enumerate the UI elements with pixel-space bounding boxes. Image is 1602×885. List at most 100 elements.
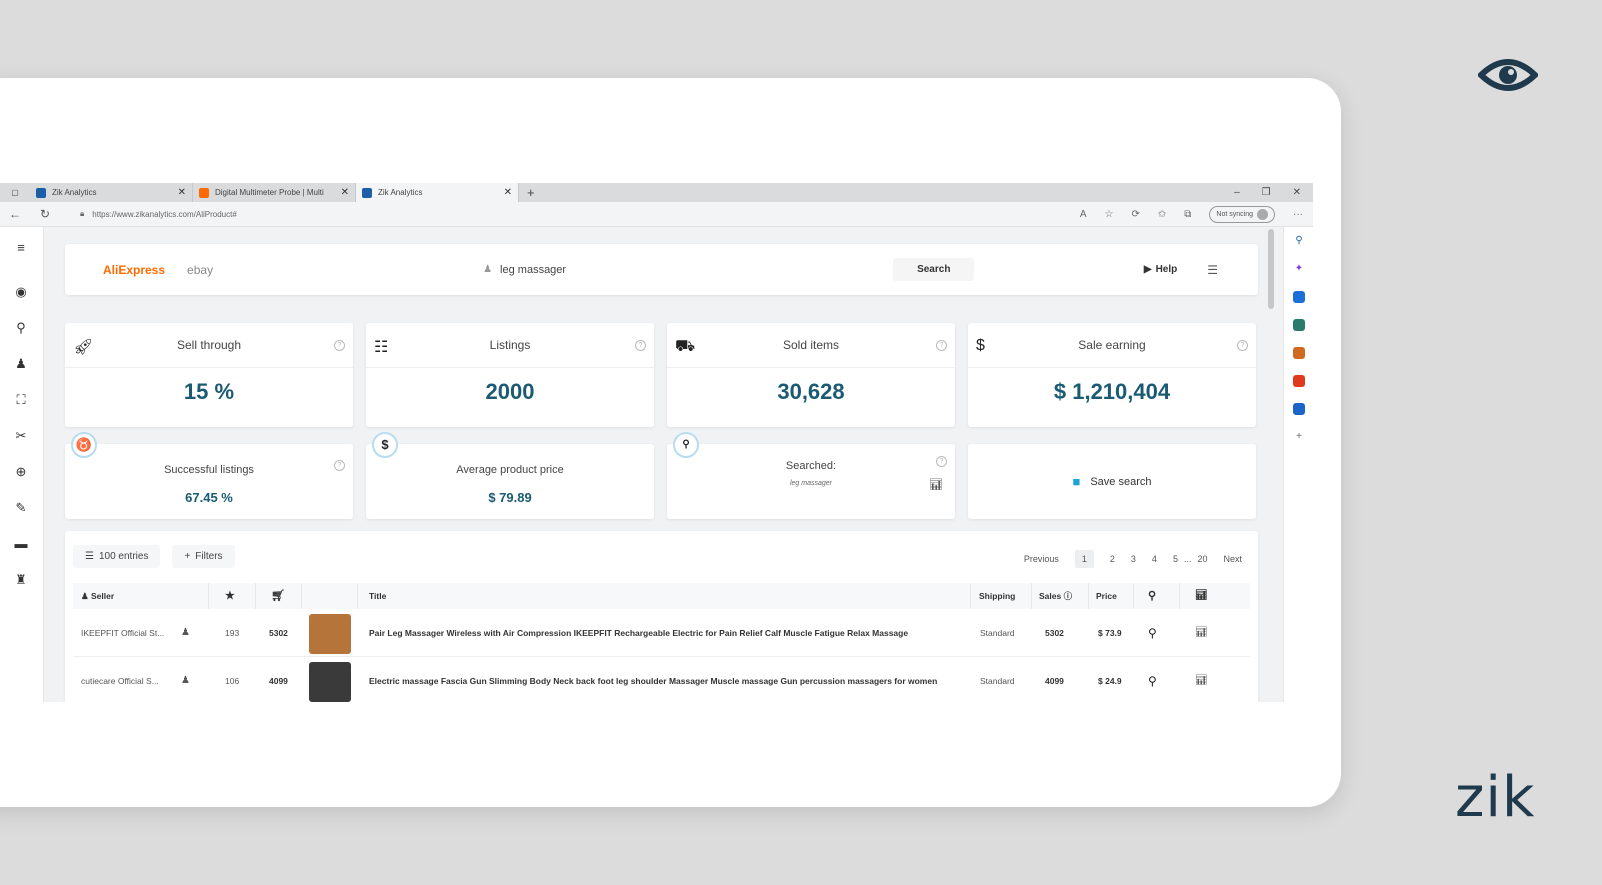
add-icon[interactable]: +: [1293, 431, 1305, 443]
support-icon[interactable]: ♜: [12, 571, 30, 589]
back-icon[interactable]: ←: [0, 207, 30, 221]
info-icon[interactable]: ?: [1237, 340, 1248, 351]
cart-icon[interactable]: 🛒︎: [271, 583, 285, 609]
product-title[interactable]: Electric massage Fascia Gun Slimming Bod…: [369, 657, 964, 702]
seller-icon: ♟: [81, 591, 89, 601]
chart-icon[interactable]: 📊︎: [1195, 657, 1208, 702]
seller-name[interactable]: cutiecare Official S...: [81, 657, 166, 702]
chart-icon[interactable]: 📊︎: [1195, 609, 1208, 657]
sync-button[interactable]: Not syncing: [1209, 205, 1275, 223]
close-tab-icon[interactable]: ✕: [178, 187, 186, 198]
card-value: $ 79.89: [488, 490, 532, 505]
outlook-icon[interactable]: [1293, 403, 1305, 415]
save-search-label: Save search: [1090, 475, 1152, 488]
stat-value: 30,628: [777, 379, 845, 404]
product-thumbnail[interactable]: [309, 662, 351, 702]
aliexpress-tab[interactable]: AliExpress: [103, 263, 165, 277]
pager-page-1[interactable]: 1: [1074, 550, 1094, 568]
sparkle-icon[interactable]: ✦: [1293, 263, 1305, 275]
table-row[interactable]: IKEEPFIT Official St... ♟ 193 5302 Pair …: [73, 609, 1250, 657]
sales-value: 4099: [1045, 676, 1064, 686]
tab-title: Digital Multimeter Probe | Multi: [215, 188, 324, 197]
entries-button[interactable]: ☰ 100 entries: [73, 545, 161, 568]
tab-multimeter[interactable]: Digital Multimeter Probe | Multi ✕: [193, 183, 356, 202]
toolbox-icon[interactable]: [1293, 319, 1305, 331]
url-field[interactable]: 🔒︎ https://www.zikanalytics.com/AliProdu…: [80, 209, 1080, 219]
collections-icon[interactable]: ⧉: [1184, 209, 1191, 220]
save-icon: ■: [1072, 474, 1081, 489]
read-aloud-icon[interactable]: A: [1080, 209, 1087, 220]
rating-value: 193: [225, 628, 240, 638]
search-input[interactable]: ♟ leg massager: [483, 264, 883, 276]
pager-page-20[interactable]: 20: [1197, 554, 1207, 564]
search-icon[interactable]: ⚲: [1148, 583, 1156, 609]
th-sales[interactable]: Sales ⓘ: [1039, 583, 1072, 609]
search-icon[interactable]: ⚲: [1148, 609, 1157, 657]
info-icon[interactable]: ?: [635, 340, 646, 351]
stat-label: Sale earning: [1078, 338, 1146, 352]
tag-icon[interactable]: [1293, 291, 1305, 303]
reload-icon[interactable]: ↻: [30, 207, 60, 221]
th-shipping[interactable]: Shipping: [979, 583, 1015, 609]
info-icon[interactable]: ?: [334, 340, 345, 351]
hierarchy-icon[interactable]: ⛶: [12, 391, 30, 409]
card-label: Successful listings: [164, 464, 254, 476]
pager-next[interactable]: Next: [1223, 554, 1242, 564]
target-icon[interactable]: ⊕: [12, 463, 30, 481]
stat-value: 2000: [485, 379, 535, 404]
filters-button[interactable]: + Filters: [172, 545, 235, 568]
seller-icon[interactable]: ♟: [181, 657, 190, 702]
tab-zik-1[interactable]: Zik Analytics ✕: [30, 183, 193, 202]
pagination: Previous 1 2 3 4 5 ... 20 Next: [1024, 550, 1242, 568]
favorites-icon[interactable]: ✩: [1158, 209, 1166, 220]
pager-page-4[interactable]: 4: [1152, 554, 1157, 564]
product-thumbnail[interactable]: [309, 614, 351, 654]
pager-page-5[interactable]: 5: [1173, 554, 1178, 564]
window-menu-icon[interactable]: ▢: [0, 188, 30, 197]
th-price[interactable]: Price: [1096, 583, 1117, 609]
user-edit-icon[interactable]: ✎: [12, 499, 30, 517]
star-icon[interactable]: ★: [225, 583, 235, 609]
search-icon[interactable]: ⚲: [1293, 235, 1305, 247]
search-button[interactable]: Search: [893, 258, 975, 281]
office-icon[interactable]: [1293, 375, 1305, 387]
person-icon[interactable]: [1293, 347, 1305, 359]
more-icon[interactable]: ···: [1293, 209, 1303, 220]
extension-icon[interactable]: ⟳: [1132, 209, 1140, 220]
chart-icon[interactable]: 📊︎: [929, 478, 943, 491]
info-icon[interactable]: ?: [936, 340, 947, 351]
user-icon: ♟: [483, 264, 493, 275]
scrollbar-thumb[interactable]: [1268, 229, 1274, 309]
help-button[interactable]: ▶ Help: [1144, 264, 1177, 275]
settings-menu-icon[interactable]: ☰: [1207, 263, 1218, 277]
zoom-search-icon[interactable]: ⚲: [12, 319, 30, 337]
seller-icon[interactable]: ♟: [181, 609, 190, 657]
divider: [255, 583, 256, 609]
ebay-tab[interactable]: ebay: [187, 263, 213, 277]
restore-icon[interactable]: ❐: [1262, 187, 1271, 198]
th-title[interactable]: Title: [369, 583, 386, 609]
close-window-icon[interactable]: ✕: [1293, 187, 1301, 198]
close-tab-icon[interactable]: ✕: [341, 187, 349, 198]
close-tab-icon[interactable]: ✕: [504, 187, 512, 198]
seller-name[interactable]: IKEEPFIT Official St...: [81, 609, 166, 657]
chart-icon[interactable]: 📊︎: [1195, 583, 1208, 609]
minimize-icon[interactable]: –: [1234, 187, 1240, 198]
pager-page-2[interactable]: 2: [1110, 554, 1115, 564]
product-title[interactable]: Pair Leg Massager Wireless with Air Comp…: [369, 609, 964, 657]
table-row[interactable]: cutiecare Official S... ♟ 106 4099 Elect…: [73, 657, 1250, 702]
pager-previous[interactable]: Previous: [1024, 554, 1059, 564]
seller-icon[interactable]: ♟: [12, 355, 30, 373]
tools-icon[interactable]: ✂: [12, 427, 30, 445]
hamburger-menu-icon[interactable]: ≡: [12, 239, 30, 257]
search-icon[interactable]: ⚲: [1148, 657, 1157, 702]
add-favorite-icon[interactable]: ☆: [1105, 209, 1114, 220]
folder-icon[interactable]: ▬: [12, 535, 30, 553]
tab-zik-active[interactable]: Zik Analytics ✕: [356, 183, 519, 202]
eye-icon[interactable]: ◉: [12, 283, 30, 301]
pager-page-3[interactable]: 3: [1131, 554, 1136, 564]
th-seller[interactable]: ♟ Seller: [81, 583, 114, 609]
new-tab-button[interactable]: +: [519, 185, 543, 200]
entries-label: 100 entries: [98, 551, 149, 562]
save-search-card[interactable]: ■ Save search: [968, 444, 1256, 519]
